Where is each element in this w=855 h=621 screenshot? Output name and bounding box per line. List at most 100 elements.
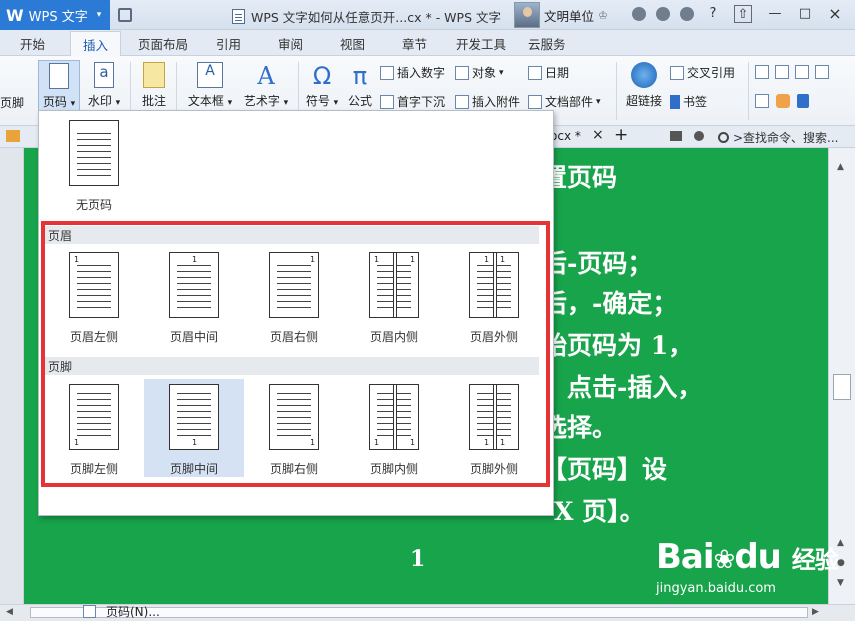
page-number-footer: 1 bbox=[410, 546, 426, 572]
help-icon[interactable]: ? bbox=[704, 5, 722, 23]
user-name: 文明单位 bbox=[544, 8, 595, 24]
formula-button[interactable]: π 公式 bbox=[344, 62, 376, 109]
page-number-icon bbox=[49, 63, 69, 89]
drop-cap-icon bbox=[380, 94, 394, 109]
scroll-right-icon[interactable]: ▶ bbox=[812, 607, 819, 617]
option-no-page-number[interactable]: 无页码 bbox=[44, 115, 144, 213]
baidu-url: jingyan.baidu.com bbox=[656, 581, 776, 596]
comment-label: 批注 bbox=[141, 94, 166, 108]
tab-references[interactable]: 引用 bbox=[216, 34, 241, 53]
close-tab-icon[interactable]: × bbox=[592, 127, 604, 143]
new-tab-icon[interactable]: + bbox=[614, 125, 628, 145]
field-shading-icon[interactable] bbox=[755, 94, 769, 108]
tab-insert[interactable]: 插入 bbox=[70, 31, 122, 57]
wordart-button[interactable]: A 艺术字 ▾ bbox=[240, 62, 292, 109]
tab-view[interactable]: 视图 bbox=[340, 34, 365, 53]
app-name: WPS 文字 bbox=[28, 9, 88, 25]
bookmark-button[interactable]: 书签 bbox=[670, 93, 707, 110]
tab-page-layout[interactable]: 页面布局 bbox=[138, 34, 188, 53]
calendar-icon bbox=[528, 65, 542, 80]
attachment-icon bbox=[455, 94, 469, 109]
chevron-down-icon: ▾ bbox=[96, 10, 102, 20]
tab-chapter[interactable]: 章节 bbox=[402, 34, 427, 53]
comment-icon bbox=[143, 62, 165, 88]
divider bbox=[616, 62, 617, 120]
form-field-icon[interactable] bbox=[755, 65, 769, 79]
wordart-label: 艺术字 ▾ bbox=[243, 94, 289, 108]
option-label: 无页码 bbox=[75, 198, 112, 212]
doc-line-7: 【页码】设 bbox=[542, 455, 668, 484]
highlight-box bbox=[41, 221, 550, 487]
no-page-number-preview-icon bbox=[69, 120, 119, 186]
minimize-icon[interactable]: — bbox=[766, 5, 784, 23]
title-bar: W WPS 文字 ▾ WPS 文字如何从任意页开...cx * - WPS 文字… bbox=[0, 0, 855, 30]
wordart-icon: A bbox=[257, 62, 275, 90]
search-input[interactable]: >查找命令、搜索... bbox=[733, 129, 839, 146]
lock-icon[interactable] bbox=[797, 94, 809, 108]
insert-number-button[interactable]: 插入数字 bbox=[380, 64, 445, 81]
object-icon bbox=[455, 65, 469, 80]
symbol-button[interactable]: Ω 符号 ▾ bbox=[302, 62, 342, 109]
checkbox-icon[interactable] bbox=[775, 65, 789, 79]
cross-reference-button[interactable]: 交叉引用 bbox=[670, 64, 735, 81]
watermark-label: 水印 ▾ bbox=[87, 94, 121, 108]
restore-ribbon-icon[interactable]: ⇧ bbox=[734, 5, 752, 23]
tab-developer[interactable]: 开发工具 bbox=[456, 34, 506, 53]
paw-icon: ❀ bbox=[713, 545, 736, 575]
eraser-icon[interactable] bbox=[776, 94, 790, 108]
pi-icon: π bbox=[352, 62, 368, 90]
object-button[interactable]: 对象 ▾ bbox=[455, 64, 504, 81]
doc-parts-button[interactable]: 文档部件 ▾ bbox=[528, 93, 601, 110]
screen-icon[interactable] bbox=[670, 131, 682, 141]
crown-icon: ♔ bbox=[598, 8, 608, 22]
refresh-icon[interactable] bbox=[694, 131, 704, 141]
bookmark-icon bbox=[670, 94, 680, 109]
user-account[interactable]: 文明单位 ♔ bbox=[514, 2, 608, 28]
page-number-more-item[interactable]: 页码(N)... bbox=[83, 603, 160, 620]
avatar bbox=[514, 2, 540, 28]
wps-logo-icon: W bbox=[6, 5, 24, 25]
skin-icon[interactable] bbox=[632, 7, 646, 21]
tab-cloud[interactable]: 云服务 bbox=[528, 34, 566, 53]
page-select-icon[interactable]: ● bbox=[837, 558, 845, 568]
date-button[interactable]: 日期 bbox=[528, 64, 569, 81]
window-title: WPS 文字如何从任意页开...cx * - WPS 文字 bbox=[232, 7, 501, 26]
number-icon bbox=[380, 65, 394, 80]
doc-line-5: ，点击-插入， bbox=[542, 373, 703, 402]
close-icon[interactable]: × bbox=[826, 5, 844, 23]
scroll-up-page-icon[interactable]: ▲ bbox=[837, 538, 844, 548]
scroll-left-icon[interactable]: ◀ bbox=[6, 607, 13, 617]
dropdown-field-icon[interactable] bbox=[795, 65, 809, 79]
scroll-thumb[interactable] bbox=[833, 374, 851, 400]
maximize-icon[interactable]: □ bbox=[796, 5, 814, 23]
form-icon[interactable] bbox=[815, 65, 829, 79]
tab-home[interactable]: 开始 bbox=[20, 34, 45, 53]
footer-button-partial[interactable]: 页脚 bbox=[0, 94, 24, 111]
watermark-icon: a bbox=[94, 62, 114, 88]
symbol-label: 符号 ▾ bbox=[305, 94, 339, 108]
document-tab-partial[interactable]: ocx * bbox=[550, 129, 581, 143]
feedback-icon[interactable] bbox=[680, 7, 694, 21]
attachment-button[interactable]: 插入附件 bbox=[455, 93, 520, 110]
scroll-down-page-icon[interactable]: ▼ bbox=[837, 578, 844, 588]
command-search[interactable]: >查找命令、搜索... bbox=[718, 129, 839, 146]
settings-icon[interactable] bbox=[656, 7, 670, 21]
scroll-up-icon[interactable]: ▲ bbox=[837, 162, 844, 172]
watermark-button[interactable]: a 水印 ▾ bbox=[84, 62, 124, 109]
folder-icon[interactable] bbox=[6, 130, 20, 142]
drop-cap-button[interactable]: 首字下沉 bbox=[380, 93, 445, 110]
tab-review[interactable]: 审阅 bbox=[278, 34, 303, 53]
formula-label: 公式 bbox=[347, 94, 372, 108]
baidu-watermark: Bai❀du 经验 bbox=[656, 537, 839, 577]
comment-button[interactable]: 批注 bbox=[138, 62, 170, 109]
doc-line-8: X 页】。 bbox=[554, 497, 645, 526]
page-number-settings-icon bbox=[83, 605, 96, 618]
save-icon[interactable] bbox=[118, 8, 132, 22]
app-menu-button[interactable]: W WPS 文字 ▾ bbox=[0, 0, 110, 30]
window-title-text: WPS 文字如何从任意页开...cx * - WPS 文字 bbox=[251, 10, 501, 25]
textbox-button[interactable]: A 文本框 ▾ bbox=[184, 62, 236, 109]
left-margin-bar bbox=[0, 148, 24, 606]
hyperlink-button[interactable]: 超链接 bbox=[624, 62, 664, 109]
textbox-icon: A bbox=[197, 62, 223, 88]
ribbon-tabs: 开始 插入 页面布局 引用 审阅 视图 章节 开发工具 云服务 bbox=[0, 30, 855, 57]
